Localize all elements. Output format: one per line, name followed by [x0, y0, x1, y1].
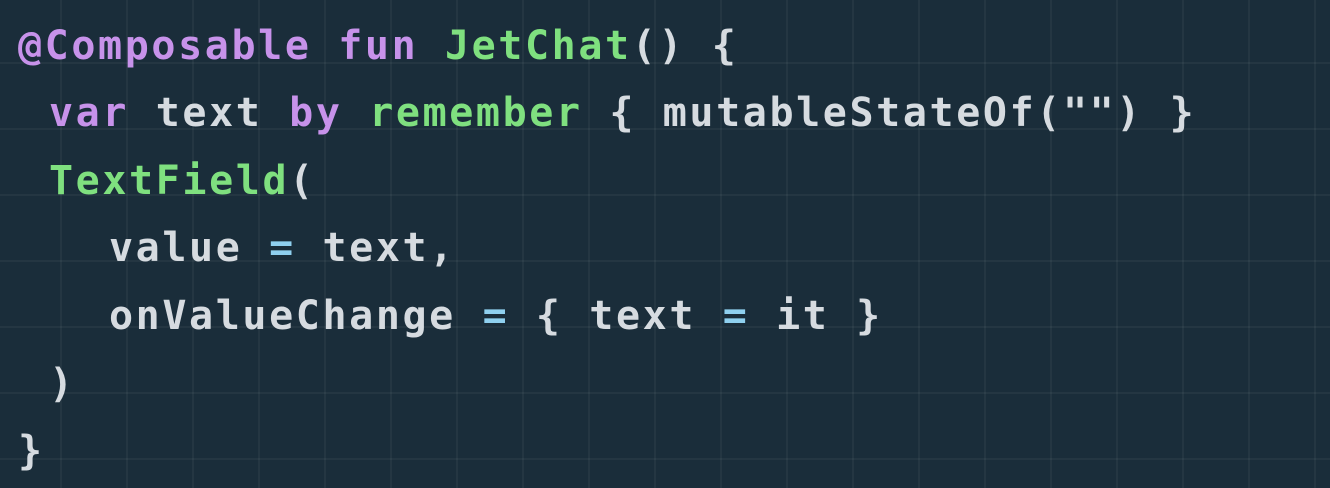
code-token-keyword: fun [338, 23, 419, 69]
code-token-function: remember [369, 90, 583, 136]
code-token-plain: ( [289, 158, 316, 204]
code-token-plain: () { [631, 23, 739, 69]
code-token-plain: text, [295, 225, 456, 271]
code-line-4: value = text, [109, 224, 456, 272]
code-token-keyword: var [49, 90, 130, 136]
code-line-6: ) [49, 360, 76, 408]
code-token-operator: = [269, 225, 296, 271]
code-token-plain: it } [749, 293, 883, 339]
code-token-plain: value [109, 225, 270, 271]
code-token-annotation: @Composable [18, 23, 312, 69]
code-token-plain: { text [509, 293, 723, 339]
code-token-keyword: by [289, 90, 343, 136]
code-token-operator: = [722, 293, 750, 339]
code-token-function: JetChat [444, 23, 632, 69]
code-line-5: onValueChange = { text = it } [109, 292, 883, 340]
code-line-1: @Composable fun JetChat() { [18, 22, 738, 70]
code-line-3: TextField( [49, 157, 316, 205]
code-token-plain: } [18, 428, 45, 474]
code-line-7: } [18, 427, 45, 475]
code-slide: { "code_lines": [ [ {"text": "@Composabl… [0, 0, 1330, 488]
code-token-plain: text [129, 90, 290, 136]
code-token-plain: { mutableStateOf("") } [582, 90, 1197, 136]
code-block: @Composable fun JetChat() { var text by … [0, 0, 1330, 488]
code-token-operator: = [482, 293, 510, 339]
code-token-plain: ) [49, 361, 76, 407]
code-token-plain: onValueChange [109, 293, 483, 339]
code-line-2: var text by remember { mutableStateOf(""… [49, 89, 1196, 137]
code-token-function: TextField [49, 158, 290, 204]
